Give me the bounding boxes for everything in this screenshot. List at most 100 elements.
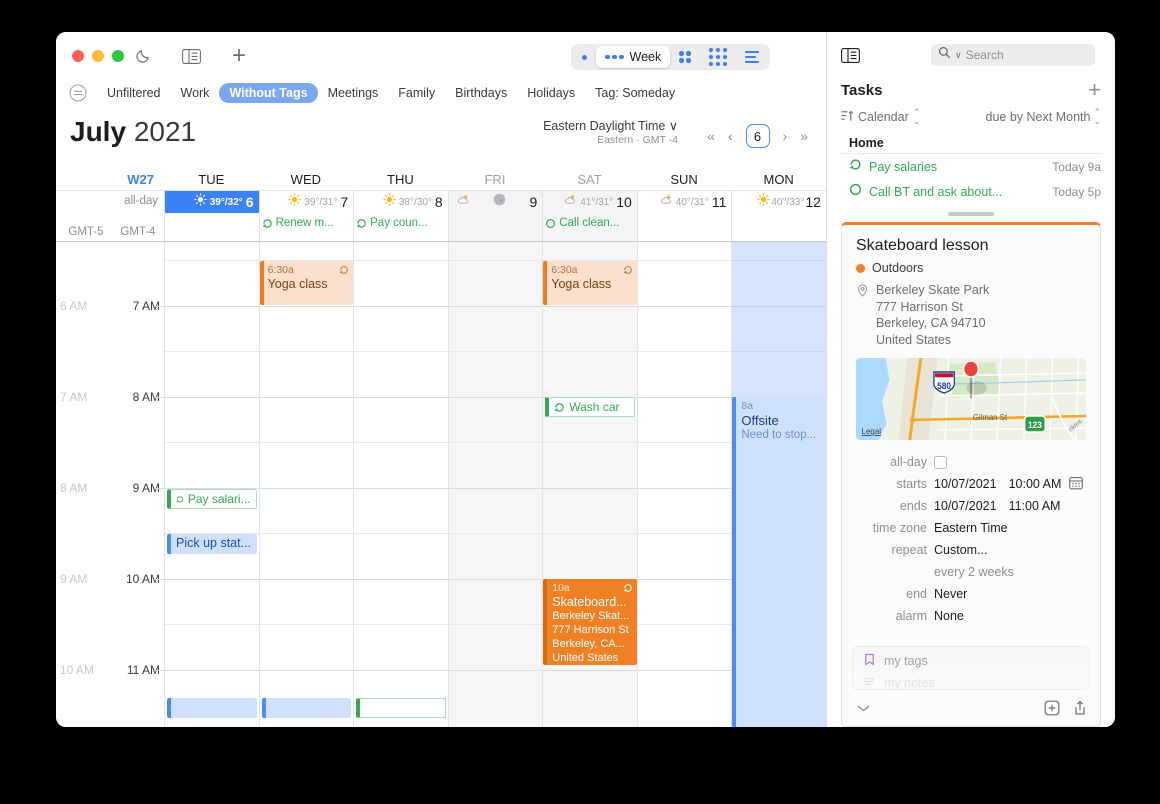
all-day-cell-sun[interactable]: 40°/31° 11 [636,191,732,241]
time-zone-value[interactable]: Eastern Time [934,521,1008,535]
repeat-value[interactable]: Custom... [934,543,988,557]
all-day-event-thu[interactable]: Pay coun... [356,215,446,231]
tasks-sort-control[interactable]: Calendar ⌃ ⌄ [841,108,920,126]
nav-prev-button[interactable]: ‹ [728,128,733,144]
event-skateboard-lesson[interactable]: 10a Skateboard... Berkeley Skat... 777 H… [543,579,637,665]
add-to-calendar-icon[interactable] [1044,700,1060,721]
all-day-event-sat[interactable]: Call clean... [545,215,635,231]
event-pick-up-stat[interactable]: Pick up stat... [167,534,257,554]
chevron-down-icon[interactable] [856,700,871,718]
event-yoga-class-sat[interactable]: 6:30a Yoga class [543,261,637,305]
alarm-value[interactable]: None [934,609,964,623]
view-week[interactable]: Week [596,46,671,68]
weekday-tue[interactable]: TUE [164,162,259,190]
starts-time-value[interactable]: 10:00 AM [1009,477,1062,491]
weekday-thu[interactable]: THU [353,162,448,190]
event-yoga-class-wed[interactable]: 6:30a Yoga class [259,261,354,305]
minimize-button[interactable] [92,50,104,62]
moon-icon[interactable] [135,48,151,64]
repeat-icon[interactable] [849,158,862,176]
view-year[interactable] [700,46,737,68]
day-column-sat[interactable]: 6:30a Yoga class Wash car 10a Skateboard… [542,242,637,727]
nav-next-button[interactable]: › [783,128,788,144]
view-day[interactable] [573,46,596,68]
filter-menu-icon[interactable] [69,84,87,102]
calendar-picker-icon[interactable] [1069,476,1084,493]
weekday-sun[interactable]: SUN [637,162,732,190]
gmt-left-label: GMT-5 [68,226,104,238]
filter-chip-birthdays[interactable]: Birthdays [445,83,517,103]
day-column-thu[interactable] [353,242,448,727]
task-row[interactable]: Call BT and ask about... Today 5p [841,179,1101,204]
filter-chip-family[interactable]: Family [388,83,445,103]
filter-chip-tag-someday[interactable]: Tag: Someday [585,83,685,103]
new-event-button[interactable]: + [232,44,246,68]
task-row[interactable]: Pay salaries Today 9a [841,154,1101,179]
panel-resize-handle[interactable] [948,212,994,216]
timezone-selector[interactable]: Eastern Daylight Time ∨ Eastern · GMT -4 [543,118,678,146]
search-scope-chevron-icon[interactable]: ∨ [955,50,962,61]
all-day-event-wed[interactable]: Renew m... [262,215,352,231]
event-partial-wed[interactable] [261,698,352,718]
event-offsite[interactable]: 8a Offsite Need to stop... [732,397,826,727]
location-map[interactable]: Gilman St nkins 580 123 Legal [856,358,1086,440]
filter-chip-work[interactable]: Work [171,83,220,103]
view-switcher[interactable]: Week [571,44,771,70]
event-detail-location[interactable]: Berkeley Skate Park 777 Harrison St Berk… [856,282,1100,348]
event-detail-title[interactable]: Skateboard lesson [856,237,1100,255]
weather-tue: 39°/32° [209,196,243,208]
tasks-list: Pay salaries Today 9a Call BT and ask ab… [841,153,1101,216]
weekday-wed[interactable]: WED [259,162,354,190]
close-button[interactable] [72,50,84,62]
all-day-cell-thu[interactable]: 38°/30° 8 Pay coun... [353,191,448,241]
notes-field[interactable]: my notes [853,669,1089,689]
view-list[interactable] [736,46,768,68]
view-month[interactable] [670,46,700,68]
add-task-button[interactable]: + [1088,77,1101,103]
event-detail-calendar[interactable]: Outdoors [856,261,1100,275]
starts-date-value[interactable]: 10/07/2021 [934,477,997,491]
all-day-cell-mon[interactable]: 40°/33° 12 [731,191,826,241]
nav-last-button[interactable]: » [800,128,808,144]
event-partial-thu[interactable] [356,698,446,718]
share-icon[interactable] [1072,700,1088,721]
event-partial-tue[interactable] [167,698,257,718]
filter-chip-unfiltered[interactable]: Unfiltered [97,83,171,103]
all-day-cell-tue[interactable]: 39°/32° 6 [164,191,259,241]
all-day-checkbox[interactable] [934,455,947,469]
filter-chip-meetings[interactable]: Meetings [318,83,389,103]
week-number-label[interactable]: W27 [127,172,154,187]
event-wash-car[interactable]: Wash car [545,397,635,417]
all-day-cell-sat[interactable]: 41°/31° 10 Call clean... [542,191,637,241]
repeat-end-value[interactable]: Never [934,587,967,601]
repeat-icon [623,265,633,278]
weekday-mon[interactable]: MON [731,162,826,190]
search-input[interactable]: ∨ Search [931,44,1095,66]
day-column-mon[interactable]: 8a Offsite Need to stop... [731,242,826,727]
sidebar-toggle-icon[interactable] [182,49,201,69]
weekday-sat[interactable]: SAT [542,162,637,190]
day-column-sun[interactable] [636,242,732,727]
chevron-updown-icon[interactable]: ⌃ ⌄ [1093,108,1101,126]
weekday-fri[interactable]: FRI [448,162,543,190]
inspector-sidebar-toggle-icon[interactable] [841,48,860,68]
tags-field[interactable]: my tags [853,647,1089,669]
filter-chip-without-tags[interactable]: Without Tags [219,83,318,103]
ends-time-value[interactable]: 11:00 AM [1009,499,1061,513]
chevron-updown-icon[interactable]: ⌃ ⌄ [913,108,921,126]
day-column-wed[interactable]: 6:30a Yoga class [258,242,354,727]
day-column-tue[interactable]: Pay salari... Pick up stat... [164,242,259,727]
maximize-button[interactable] [112,50,124,62]
ends-date-value[interactable]: 10/07/2021 [934,499,997,513]
tasks-filter-control[interactable]: due by Next Month ⌃ ⌄ [986,108,1101,126]
map-pin-icon [962,360,980,378]
filter-chip-holidays[interactable]: Holidays [517,83,585,103]
day-column-fri[interactable] [447,242,543,727]
circle-icon[interactable] [849,183,862,201]
time-grid[interactable]: 6 AM 7 AM 8 AM 9 AM 10 AM 7 AM 8 AM 9 AM… [56,242,826,727]
today-button[interactable]: 6 [745,124,770,148]
all-day-cell-fri[interactable]: 9 [447,191,543,241]
event-pay-salaries[interactable]: Pay salari... [167,489,257,509]
nav-first-button[interactable]: « [707,128,715,144]
all-day-cell-wed[interactable]: 39°/31° 7 Renew m... [258,191,354,241]
